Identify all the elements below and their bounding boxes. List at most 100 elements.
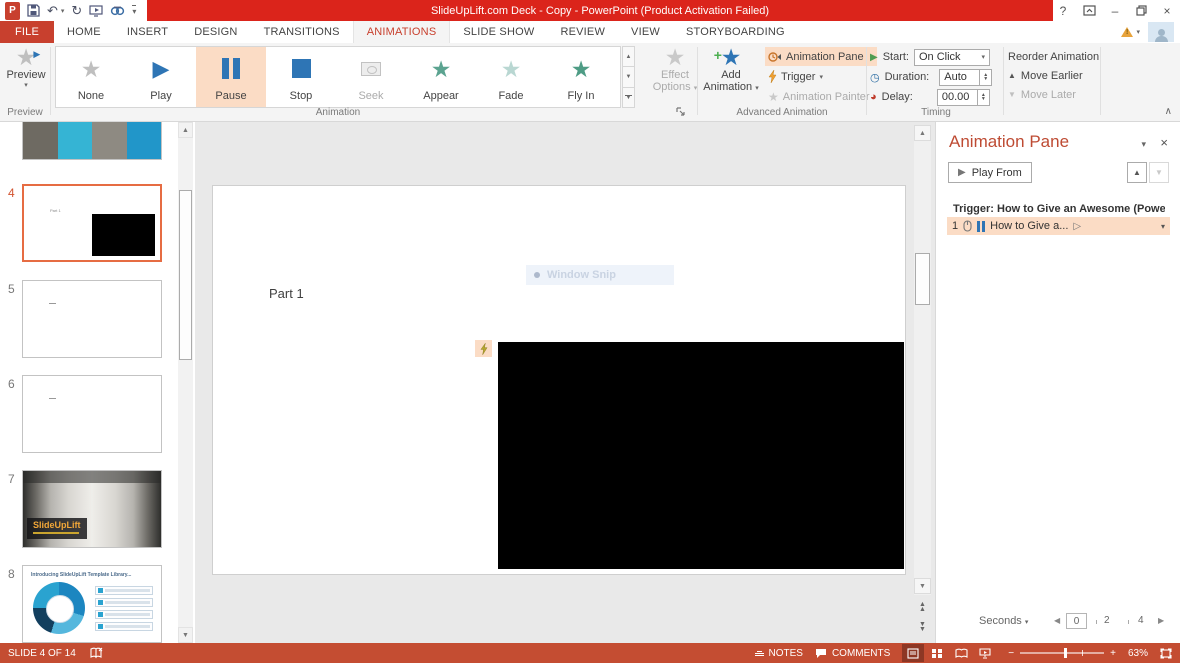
animation-item-dropdown-icon[interactable]: ▾: [1161, 222, 1165, 231]
save-icon[interactable]: [27, 2, 40, 20]
animation-fade-button[interactable]: ★ Fade: [476, 47, 546, 107]
pane-move-up-button[interactable]: ▲: [1127, 162, 1147, 183]
slide-4-thumbnail[interactable]: Part 1: [22, 184, 162, 262]
slide-sorter-view-button[interactable]: [926, 644, 948, 662]
tab-slide-show[interactable]: SLIDE SHOW: [450, 21, 547, 43]
powerpoint-app-icon[interactable]: P: [5, 2, 20, 20]
thumbnail-scroll-down-button[interactable]: ▼: [178, 627, 193, 643]
slide-text-part1[interactable]: Part 1: [269, 286, 304, 301]
start-label: Start:: [883, 51, 909, 63]
slide-canvas[interactable]: Part 1 Window Snip: [212, 185, 906, 575]
timeline-scroll-right-icon[interactable]: ▶: [1158, 616, 1164, 625]
move-earlier-button[interactable]: ▲ Move Earlier: [1008, 66, 1099, 85]
slide-3-thumbnail[interactable]: [22, 122, 162, 160]
tab-review[interactable]: REVIEW: [547, 21, 618, 43]
tab-file[interactable]: FILE: [0, 21, 54, 43]
gallery-item-label: Pause: [215, 90, 246, 102]
slide-3-collage: [23, 122, 161, 159]
animation-painter-button[interactable]: ★ Animation Painter: [765, 87, 877, 106]
tab-view[interactable]: VIEW: [618, 21, 673, 43]
editor-scroll-up-button[interactable]: ▲: [914, 125, 931, 141]
trigger-animation-badge[interactable]: [475, 340, 492, 357]
slide-5-thumbnail[interactable]: [22, 280, 162, 358]
close-icon[interactable]: ×: [1154, 0, 1180, 21]
thumbnail-scrollbar[interactable]: ▲ ▼: [178, 122, 193, 643]
help-icon[interactable]: ?: [1050, 0, 1076, 21]
delay-input[interactable]: 00.00: [937, 89, 978, 106]
timeline-scroll-left-icon[interactable]: ◀: [1054, 616, 1060, 625]
comments-button[interactable]: COMMENTS: [815, 648, 890, 659]
fit-to-window-icon[interactable]: [1160, 648, 1172, 659]
effect-options-button[interactable]: ★ Effect Options ▾: [645, 45, 705, 93]
duration-spinner[interactable]: ▲▼: [980, 69, 992, 86]
animation-none-button[interactable]: ★ None: [56, 47, 126, 107]
slide-8-thumbnail[interactable]: Introducing SlideUpLift Template Library…: [22, 565, 162, 643]
seconds-dropdown[interactable]: Seconds ▾: [979, 615, 1028, 627]
tab-animations[interactable]: ANIMATIONS: [353, 21, 451, 43]
zoom-slider-thumb[interactable]: [1064, 648, 1067, 658]
preview-button[interactable]: ★▶ Preview ▾: [3, 45, 49, 89]
animation-fly-in-button[interactable]: ★ Fly In: [546, 47, 616, 107]
tab-design[interactable]: DESIGN: [181, 21, 250, 43]
pane-move-down-button[interactable]: ▼: [1149, 162, 1169, 183]
slide-show-view-button[interactable]: [974, 644, 996, 662]
tab-transitions[interactable]: TRANSITIONS: [251, 21, 353, 43]
normal-view-button[interactable]: [902, 644, 924, 662]
undo-dropdown-icon[interactable]: ▾: [61, 7, 65, 15]
gallery-more-button[interactable]: ▼: [622, 88, 635, 108]
ribbon-display-options-icon[interactable]: [1076, 0, 1102, 21]
animation-seek-button[interactable]: Seek: [336, 47, 406, 107]
redo-icon[interactable]: ↻: [71, 2, 82, 20]
trigger-button[interactable]: Trigger ▾: [765, 67, 877, 86]
slide-6-thumbnail[interactable]: [22, 375, 162, 453]
notes-button[interactable]: NOTES: [755, 648, 803, 659]
start-select[interactable]: On Click ▾: [914, 49, 990, 66]
animation-appear-button[interactable]: ★ Appear: [406, 47, 476, 107]
zoom-slider[interactable]: [1020, 652, 1104, 654]
previous-slide-button[interactable]: ▲▲: [916, 602, 929, 612]
minimize-icon[interactable]: –: [1102, 0, 1128, 21]
slide-5-thumb-text: [49, 303, 56, 304]
animation-pane-menu-icon[interactable]: ▾: [1141, 139, 1146, 150]
animation-pane-close-icon[interactable]: ×: [1160, 135, 1168, 150]
undo-icon[interactable]: ↶: [47, 2, 58, 20]
activation-warning-button[interactable]: ▾: [1121, 27, 1140, 37]
animation-stop-button[interactable]: Stop: [266, 47, 336, 107]
slide-7-thumbnail[interactable]: SlideUpLift: [22, 470, 162, 548]
start-from-beginning-icon[interactable]: [89, 2, 103, 20]
account-button[interactable]: [1148, 22, 1174, 42]
animation-dialog-launcher[interactable]: [676, 107, 686, 117]
play-from-button[interactable]: ▶ Play From: [948, 162, 1032, 183]
duration-input[interactable]: Auto: [939, 69, 980, 86]
gallery-scroll-up-button[interactable]: ▲: [622, 46, 635, 67]
tab-storyboarding[interactable]: STORYBOARDING: [673, 21, 798, 43]
move-later-button[interactable]: ▼ Move Later: [1008, 85, 1099, 104]
thumbnail-scroll-thumb[interactable]: [179, 190, 192, 360]
tab-home[interactable]: HOME: [54, 21, 114, 43]
animation-pause-button[interactable]: Pause: [196, 47, 266, 107]
video-object[interactable]: [498, 342, 904, 569]
editor-scroll-down-button[interactable]: ▼: [914, 578, 931, 594]
editor-scrollbar[interactable]: ▲ ▼ ▲▲ ▼▼: [914, 125, 931, 640]
next-slide-button[interactable]: ▼▼: [916, 622, 929, 632]
gallery-scroll-down-button[interactable]: ▼: [622, 67, 635, 87]
customize-qat-icon[interactable]: ▾: [132, 5, 136, 16]
timing-group-label: Timing: [866, 107, 1006, 118]
move-later-icon: ▼: [1008, 90, 1016, 99]
collapse-ribbon-icon[interactable]: ∧: [1165, 106, 1172, 117]
link-icon[interactable]: [110, 2, 125, 20]
tab-insert[interactable]: INSERT: [114, 21, 181, 43]
add-animation-button[interactable]: ★+ Add Animation ▾: [700, 45, 762, 93]
zoom-level[interactable]: 63%: [1128, 648, 1148, 659]
spell-check-icon[interactable]: [90, 647, 104, 659]
animation-item-row[interactable]: 1 How to Give a... ▷ ▾: [947, 217, 1170, 235]
editor-scroll-thumb[interactable]: [915, 253, 930, 305]
zoom-in-button[interactable]: +: [1110, 648, 1116, 659]
restore-icon[interactable]: [1128, 0, 1154, 21]
zoom-out-button[interactable]: −: [1008, 648, 1014, 659]
animation-pane-button[interactable]: Animation Pane: [765, 47, 877, 66]
thumbnail-scroll-up-button[interactable]: ▲: [178, 122, 193, 138]
reading-view-button[interactable]: [950, 644, 972, 662]
delay-spinner[interactable]: ▲▼: [978, 89, 990, 106]
animation-play-button[interactable]: ▶ Play: [126, 47, 196, 107]
